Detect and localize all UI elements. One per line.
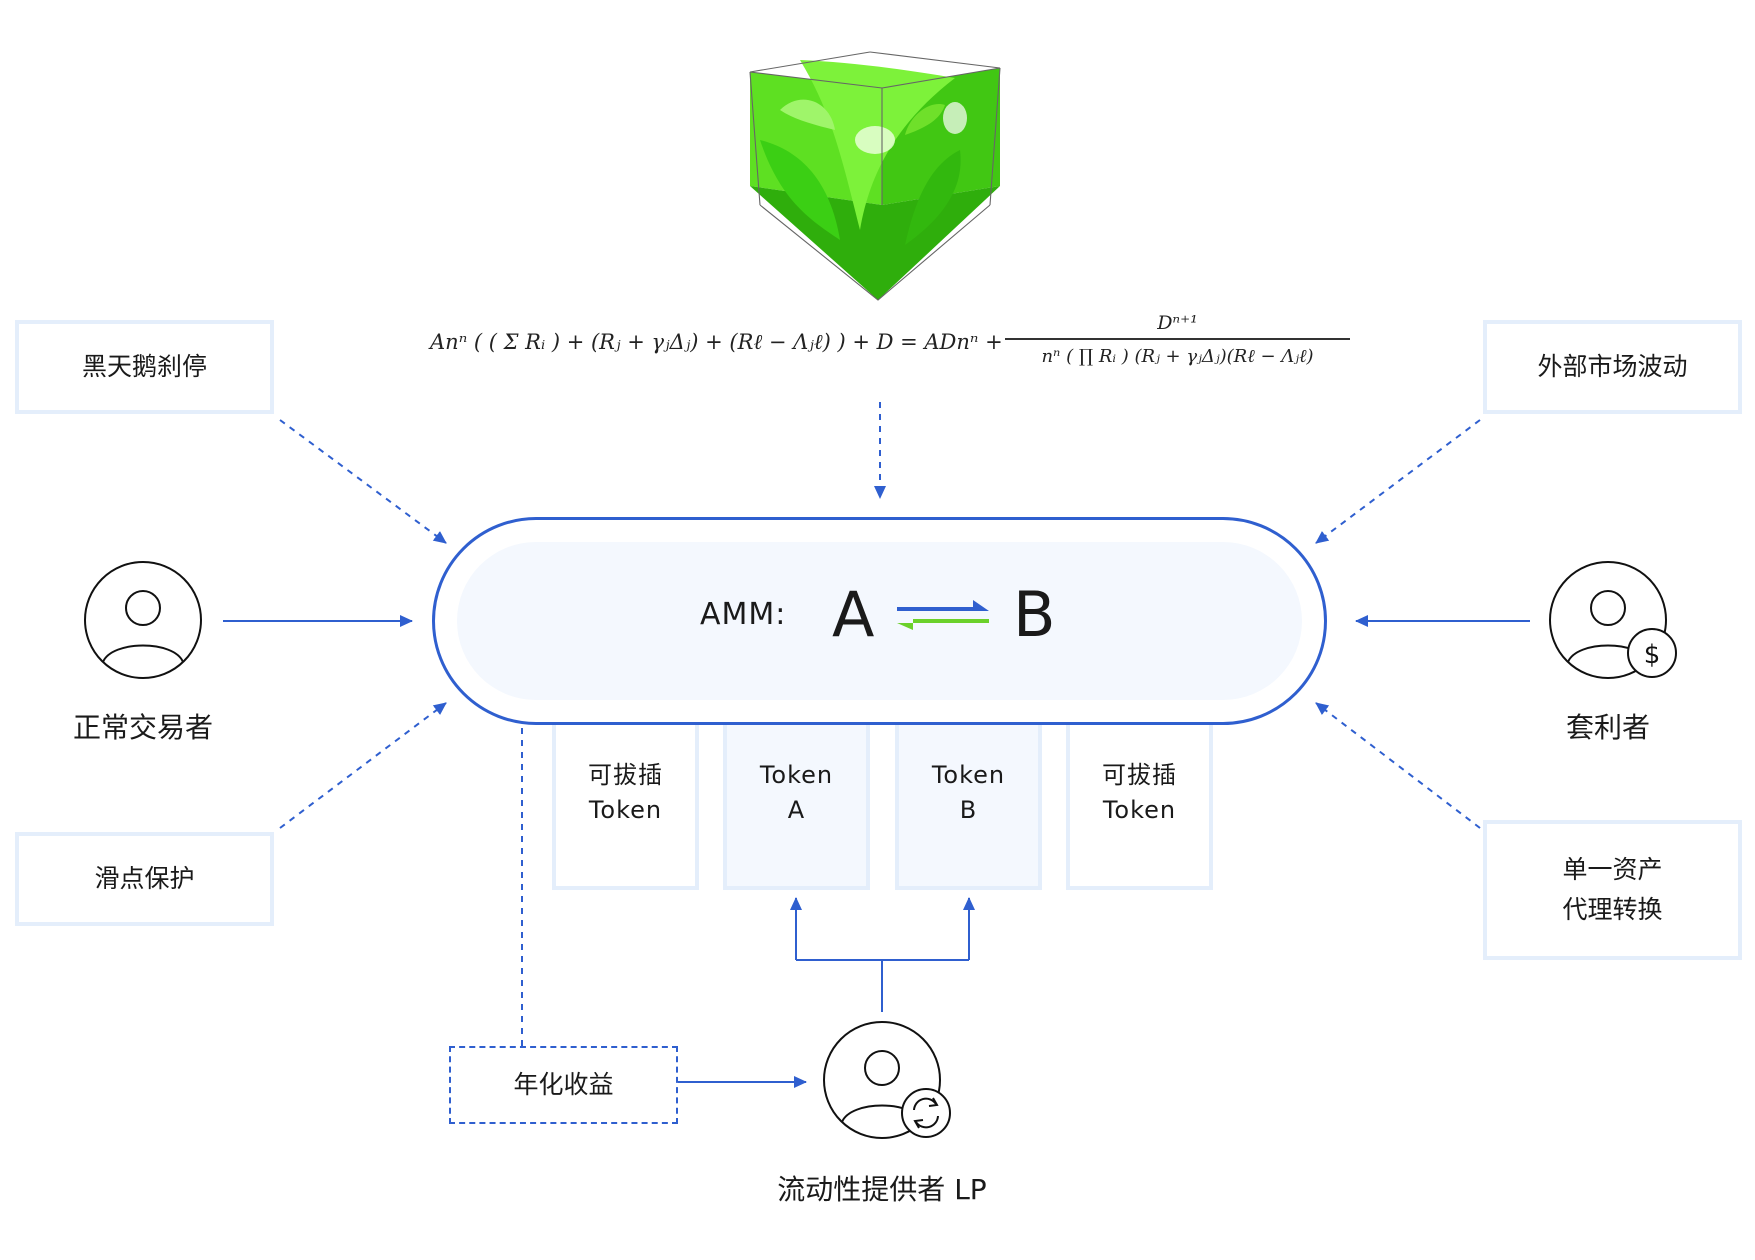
swap-arrows-icon [897,600,989,630]
black-swan-box: 黑天鹅刹停 [15,320,274,414]
lp-label: 流动性提供者 LP [777,1173,987,1206]
trader-label: 正常交易者 [72,711,213,744]
user-dollar-icon: $ [1549,561,1677,679]
amm-label: AMM: [700,597,787,632]
arbitrageur-label: 套利者 [1565,711,1650,744]
formula-numerator: Dⁿ⁺¹ [1157,312,1198,334]
token-label-line2: A [787,796,806,824]
green-3d-surface-icon [749,51,1001,301]
amm-token-a: A [832,578,875,651]
slippage-box: 滑点保护 [15,832,274,926]
annual-yield-box: 年化收益 [449,1046,678,1124]
black-swan-label: 黑天鹅刹停 [81,352,207,381]
amm-token-b: B [1013,578,1056,651]
slippage-connector [279,702,447,829]
market-volatility-label: 外部市场波动 [1537,352,1688,381]
lp-deposit-connector [790,897,975,1012]
single-asset-connector [1315,702,1481,829]
market-volatility-box: 外部市场波动 [1483,320,1742,414]
amm-diagram: $ Anⁿ ( ( Σ Rᵢ ) + (Rⱼ + γⱼΔⱼ) + (Rℓ − Λ… [0,0,1755,1260]
token-b: Token B [895,700,1042,890]
pluggable-token-left: 可拔插 Token [552,700,699,890]
annual-yield-label: 年化收益 [513,1070,614,1099]
slippage-label: 滑点保护 [94,864,195,893]
single-asset-box: 单一资产 代理转换 [1483,820,1742,960]
stableswap-formula-fraction: Dⁿ⁺¹ nⁿ ( ∏ Rᵢ ) (Rⱼ + γⱼΔⱼ)(Rℓ − Λⱼℓ) [1005,312,1350,367]
single-asset-label-line1: 单一资产 [1562,855,1663,884]
token-label-line1: 可拔插 [588,761,663,790]
svg-text:$: $ [1644,640,1661,670]
token-label-line2: B [959,796,978,824]
market-volatility-connector [1315,419,1481,544]
token-label-line1: 可拔插 [1102,761,1177,790]
stableswap-formula-lhs: Anⁿ ( ( Σ Rᵢ ) + (Rⱼ + γⱼΔⱼ) + (Rℓ − Λⱼℓ… [430,330,1003,354]
black-swan-connector [279,419,447,544]
amm-pool [432,517,1327,725]
token-label-line2: Token [1102,796,1177,824]
token-a: Token A [723,700,870,890]
token-label-line2: Token [588,796,663,824]
user-refresh-icon [823,1021,951,1139]
formula-denominator: nⁿ ( ∏ Rᵢ ) (Rⱼ + γⱼΔⱼ)(Rℓ − Λⱼℓ) [1041,345,1314,367]
single-asset-label-line2: 代理转换 [1562,895,1663,924]
user-icon [84,561,202,679]
pluggable-token-right: 可拔插 Token [1066,700,1213,890]
token-label-line1: Token [759,761,834,790]
token-label-line1: Token [931,761,1006,790]
amm-pool-inner [457,542,1302,700]
